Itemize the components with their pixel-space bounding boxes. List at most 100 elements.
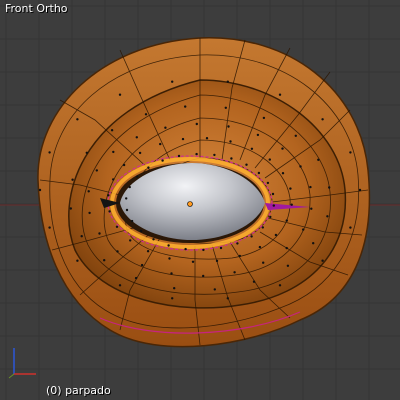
vertex-dot bbox=[38, 188, 42, 192]
vertex-dot bbox=[159, 142, 162, 146]
vertex-dot bbox=[184, 105, 187, 108]
vertex-dot bbox=[136, 175, 139, 178]
vertex-dot bbox=[250, 147, 254, 150]
vertex-dot bbox=[167, 244, 170, 247]
axis-y-line bbox=[8, 373, 15, 379]
vertex-dot bbox=[134, 276, 138, 280]
view-name-label: Front Ortho bbox=[5, 2, 68, 15]
vertex-dot bbox=[278, 284, 282, 287]
vertex-dot bbox=[152, 238, 155, 241]
eyelid-mesh[interactable] bbox=[0, 0, 400, 400]
vertex-dot bbox=[226, 80, 229, 83]
vertex-dot bbox=[236, 242, 239, 245]
vertex-dot bbox=[112, 150, 115, 154]
vertex-dot bbox=[321, 259, 324, 262]
vertex-dot bbox=[349, 151, 352, 154]
axis-gizmo bbox=[8, 348, 36, 379]
vertex-dot bbox=[233, 271, 236, 274]
vertex-dot bbox=[170, 272, 173, 275]
vertex-dot bbox=[112, 178, 115, 181]
vertex-dot bbox=[184, 247, 187, 251]
vertex-dot bbox=[118, 284, 122, 287]
vertex-dot bbox=[147, 166, 150, 169]
vertex-dot bbox=[230, 157, 233, 160]
vertex-dot bbox=[213, 153, 216, 157]
vertex-dot bbox=[118, 93, 122, 96]
vertex-dot bbox=[110, 129, 114, 132]
vertex-dot bbox=[224, 106, 227, 110]
vertex-dot bbox=[95, 169, 99, 172]
3d-viewport[interactable]: Front Ortho (0) parpado bbox=[0, 0, 400, 400]
vertex-dot bbox=[161, 159, 164, 162]
vertex-dot bbox=[48, 151, 51, 154]
vertex-dot bbox=[181, 137, 185, 141]
vertex-dot bbox=[215, 259, 219, 263]
vertex-dot bbox=[227, 125, 230, 128]
vertex-dot bbox=[256, 133, 260, 137]
vertex-dot bbox=[195, 122, 198, 126]
vertex-dot bbox=[262, 116, 266, 120]
vertex-dot bbox=[116, 250, 119, 253]
vertex-dot bbox=[128, 185, 131, 189]
vertex-dot bbox=[294, 134, 297, 137]
vertex-dot bbox=[274, 233, 278, 237]
vertex-dot bbox=[135, 136, 138, 139]
vertex-dot bbox=[138, 151, 142, 155]
vertex-dot bbox=[98, 232, 101, 235]
vertex-dot bbox=[107, 194, 110, 197]
vertex-dot bbox=[146, 250, 150, 253]
vertex-dot bbox=[140, 263, 144, 267]
vertex-dot bbox=[48, 226, 51, 229]
vertex-dot bbox=[261, 226, 264, 229]
vertex-dot bbox=[257, 171, 261, 175]
vertex-dot bbox=[285, 246, 288, 250]
vertex-dot bbox=[122, 163, 126, 167]
vertex-dot bbox=[205, 137, 209, 140]
vertex-dot bbox=[281, 147, 284, 150]
vertex-dot bbox=[281, 172, 285, 175]
vertex-dot bbox=[358, 188, 362, 192]
vertex-dot bbox=[202, 274, 205, 278]
vertex-dot bbox=[139, 229, 143, 233]
vertex-dot bbox=[317, 158, 320, 161]
vertex-dot bbox=[302, 228, 305, 231]
vertex-dot bbox=[103, 259, 106, 262]
vertex-dot bbox=[213, 288, 216, 291]
vertex-dot bbox=[144, 113, 148, 116]
vertex-dot bbox=[262, 261, 265, 264]
vertex-dot bbox=[290, 203, 293, 206]
vertex-dot bbox=[87, 190, 90, 193]
vertex-dot bbox=[250, 235, 253, 238]
vertex-dot bbox=[195, 152, 198, 156]
vertex-dot bbox=[80, 235, 83, 238]
vertex-dot bbox=[177, 154, 181, 158]
vertex-dot bbox=[76, 118, 79, 121]
vertex-dot bbox=[173, 287, 176, 290]
vertex-dot bbox=[191, 260, 195, 263]
vertex-dot bbox=[328, 186, 331, 189]
vertex-dot bbox=[321, 118, 324, 121]
vertex-dot bbox=[108, 210, 111, 213]
vertex-dot bbox=[289, 187, 292, 190]
vertex-dot bbox=[286, 264, 290, 267]
vertex-dot bbox=[229, 140, 232, 143]
vertex-dot bbox=[168, 257, 171, 260]
vertex-dot bbox=[309, 185, 312, 189]
vertex-dot bbox=[268, 158, 271, 161]
vertex-dot bbox=[130, 219, 134, 223]
vertex-dot bbox=[171, 80, 174, 83]
vertex-dot bbox=[76, 259, 79, 262]
vertex-dot bbox=[272, 204, 275, 207]
vertex-dot bbox=[125, 197, 128, 200]
vertex-dot bbox=[226, 297, 229, 300]
vertex-dot bbox=[326, 215, 329, 218]
vertex-dot bbox=[252, 280, 256, 283]
vertex-dot bbox=[238, 254, 241, 258]
vertex-dot bbox=[164, 126, 167, 129]
vertex-dot bbox=[245, 163, 248, 166]
vertex-dot bbox=[269, 215, 272, 219]
vertex-dot bbox=[271, 192, 275, 196]
object-origin[interactable] bbox=[187, 201, 193, 207]
vertex-dot bbox=[85, 151, 89, 154]
vertex-dot bbox=[71, 178, 74, 181]
